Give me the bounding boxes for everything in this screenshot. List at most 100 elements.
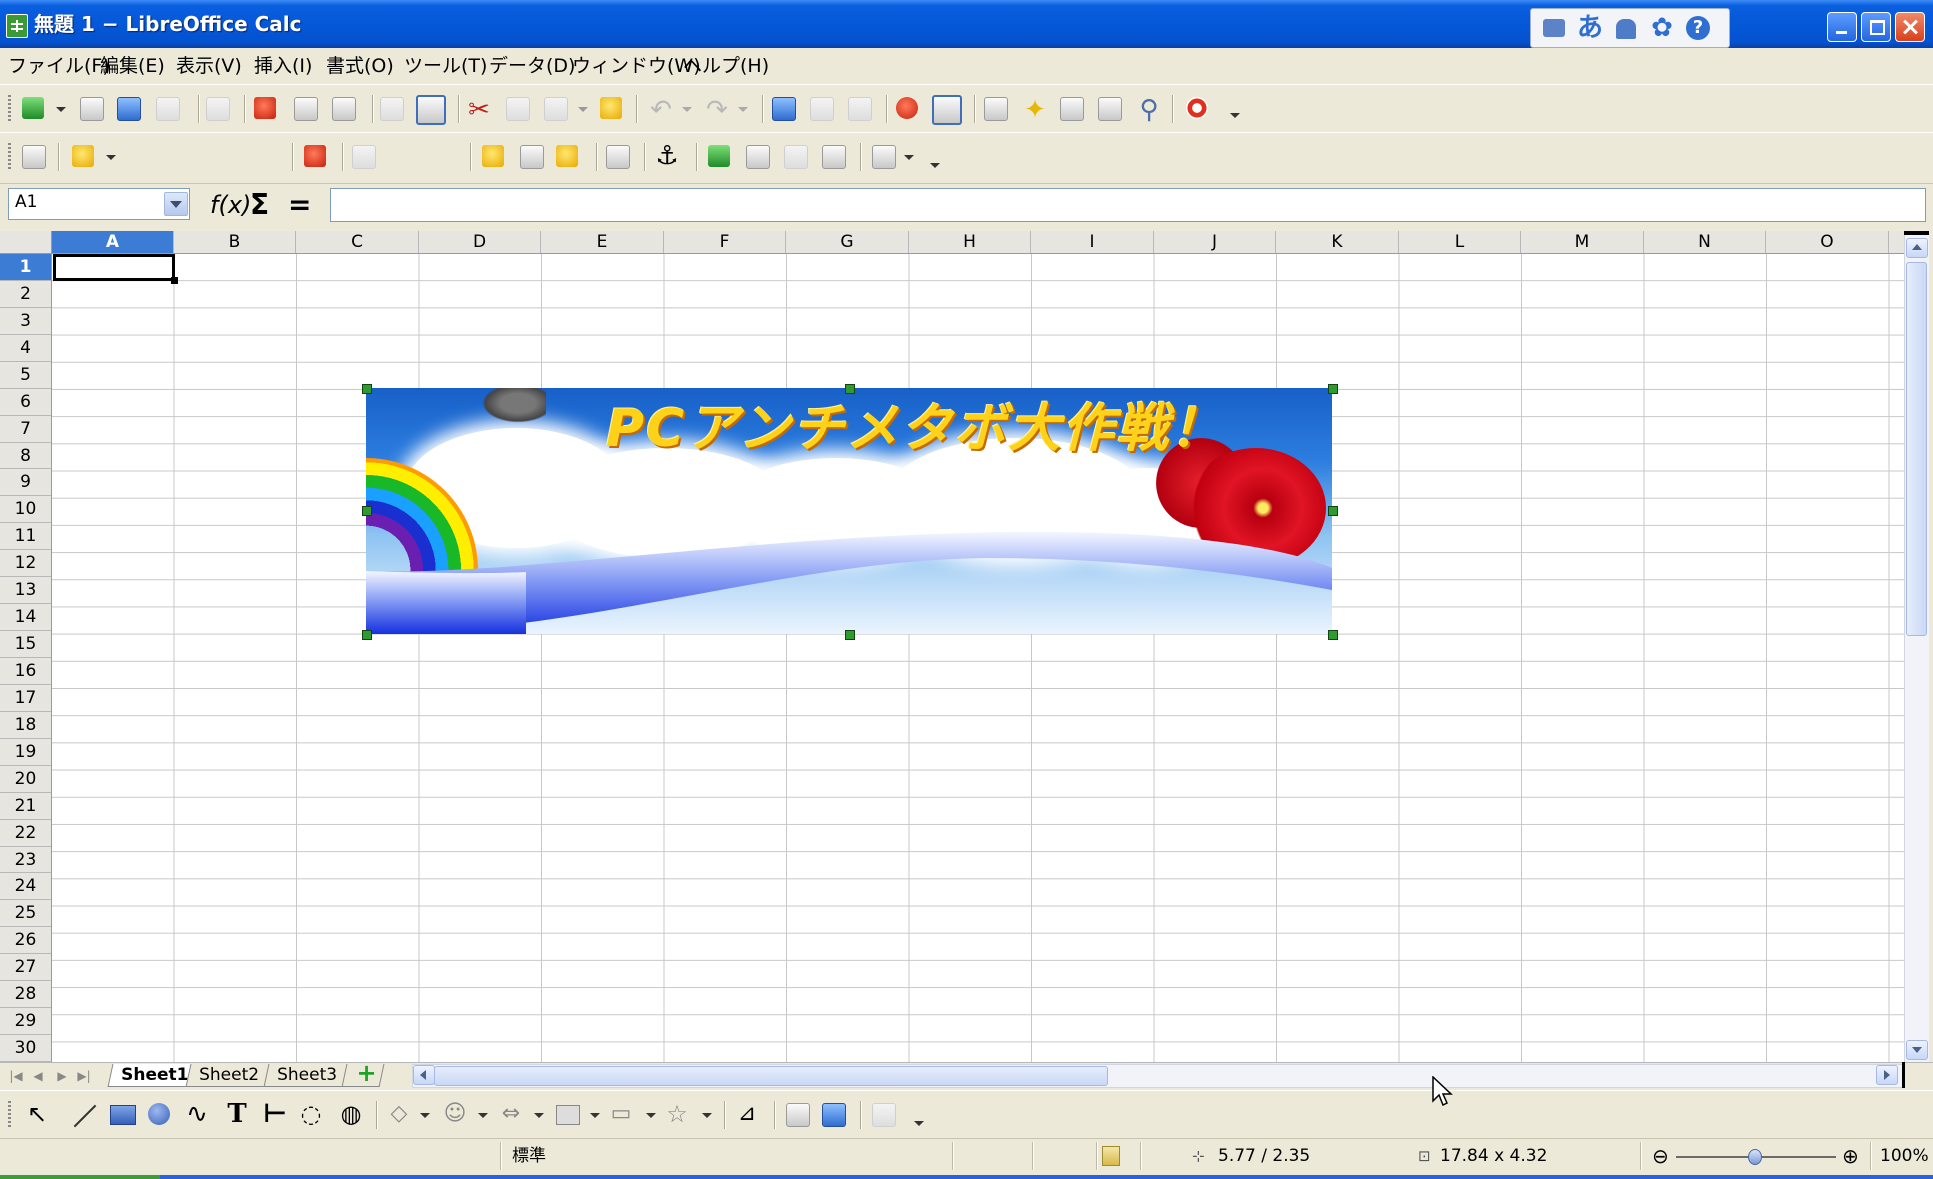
image-filter-icon[interactable]	[72, 145, 94, 167]
row-header-18[interactable]: 18	[0, 712, 51, 739]
name-box[interactable]: A1	[8, 188, 190, 220]
resize-handle-top-left[interactable]	[362, 384, 372, 394]
column-header-o[interactable]: O	[1766, 231, 1889, 253]
hyperlink-icon[interactable]	[772, 97, 796, 121]
from-file-icon[interactable]	[786, 1103, 810, 1127]
row-header-15[interactable]: 15	[0, 631, 51, 658]
bring-to-front-icon[interactable]	[708, 145, 730, 167]
scroll-up-button[interactable]	[1906, 238, 1928, 258]
undo-icon[interactable]: ↶	[646, 95, 676, 125]
export-pdf-icon[interactable]	[254, 97, 276, 119]
row-header-11[interactable]: 11	[0, 523, 51, 551]
row-header-26[interactable]: 26	[0, 927, 51, 955]
next-sheet-button[interactable]: ▶	[54, 1068, 70, 1084]
column-header-b[interactable]: B	[174, 231, 296, 253]
dimension-line-icon[interactable]: ⊢	[260, 1099, 290, 1129]
column-header-j[interactable]: J	[1154, 231, 1276, 253]
flowchart-dropdown-icon[interactable]	[590, 1113, 600, 1118]
column-header-c[interactable]: C	[296, 231, 419, 253]
row-header-13[interactable]: 13	[0, 577, 51, 605]
save-icon[interactable]	[117, 97, 141, 121]
ime-toolbox-icon[interactable]	[1539, 13, 1569, 43]
to-foreground-icon[interactable]	[784, 145, 808, 169]
anchor-icon[interactable]: ⚓	[652, 141, 682, 171]
resize-handle-top[interactable]	[845, 384, 855, 394]
cut-icon[interactable]: ✂	[464, 95, 494, 125]
menu-window[interactable]: ウィンドウ(W)	[572, 54, 701, 78]
callout-tool-icon[interactable]: ◌	[296, 1099, 326, 1129]
function-button[interactable]: =	[288, 190, 311, 220]
active-cell-a1[interactable]	[53, 254, 178, 284]
ellipse-tool-icon[interactable]	[148, 1103, 170, 1125]
row-header-10[interactable]: 10	[0, 496, 51, 524]
undo-dropdown-icon[interactable]	[682, 107, 692, 112]
column-header-i[interactable]: I	[1031, 231, 1154, 253]
filter-dropdown-icon[interactable]	[106, 155, 116, 160]
area-icon[interactable]	[520, 145, 544, 169]
alignment-icon[interactable]	[872, 145, 896, 169]
shadow-toggle-icon[interactable]	[872, 1103, 896, 1127]
column-header-m[interactable]: M	[1521, 231, 1644, 253]
column-header-l[interactable]: L	[1399, 231, 1521, 253]
extrusion-icon[interactable]	[822, 1103, 846, 1127]
row-header-2[interactable]: 2	[0, 281, 51, 308]
shadow-icon[interactable]	[556, 145, 578, 167]
toolbar-overflow-icon[interactable]	[914, 1121, 924, 1126]
symbol-shapes-dropdown-icon[interactable]	[478, 1113, 488, 1118]
column-header-n[interactable]: N	[1644, 231, 1766, 253]
text-tool-icon[interactable]: T	[222, 1099, 252, 1129]
menu-help[interactable]: ヘルプ(H)	[683, 54, 769, 78]
ime-hiragana-mode[interactable]: あ	[1575, 13, 1605, 43]
resize-handle-bottom-left[interactable]	[362, 630, 372, 640]
gallery-icon[interactable]: ✦	[1020, 95, 1050, 125]
spellcheck-icon[interactable]	[380, 97, 404, 121]
sort-descending-icon[interactable]	[848, 97, 872, 121]
block-arrows-dropdown-icon[interactable]	[534, 1113, 544, 1118]
row-header-27[interactable]: 27	[0, 954, 51, 982]
menu-tools[interactable]: ツール(T)	[404, 54, 487, 78]
symbol-shapes-icon[interactable]: ☺	[440, 1099, 470, 1129]
first-sheet-button[interactable]: |◀	[8, 1068, 24, 1084]
column-header-k[interactable]: K	[1276, 231, 1399, 253]
vertical-scroll-thumb[interactable]	[1906, 262, 1927, 636]
scroll-down-button[interactable]	[1906, 1040, 1928, 1060]
function-wizard-button[interactable]: f(x)	[210, 190, 251, 220]
transparency-icon[interactable]	[352, 145, 376, 169]
points-edit-icon[interactable]: ⊿	[732, 1099, 762, 1129]
row-header-19[interactable]: 19	[0, 739, 51, 766]
toolbar-grip[interactable]	[8, 1101, 11, 1129]
color-icon[interactable]	[304, 145, 326, 167]
row-header-23[interactable]: 23	[0, 847, 51, 874]
column-header-h[interactable]: H	[909, 231, 1031, 253]
toolbar-overflow-icon[interactable]	[1230, 113, 1240, 118]
horizontal-scroll-thumb[interactable]	[434, 1066, 1108, 1086]
freeform-tool-icon[interactable]: ∿	[182, 1099, 212, 1129]
to-background-icon[interactable]	[822, 145, 846, 169]
toolbar-grip[interactable]	[8, 143, 11, 171]
calc-app-icon[interactable]	[6, 14, 28, 38]
ime-pad-icon[interactable]	[1611, 13, 1641, 43]
basic-shapes-dropdown-icon[interactable]	[420, 1113, 430, 1118]
row-header-25[interactable]: 25	[0, 900, 51, 928]
print-icon[interactable]	[294, 97, 318, 121]
stars-icon[interactable]: ☆	[662, 1099, 692, 1129]
row-header-6[interactable]: 6	[0, 389, 51, 416]
alignment-dropdown-icon[interactable]	[904, 155, 914, 160]
minimize-button[interactable]	[1827, 12, 1857, 42]
sum-button[interactable]: Σ	[250, 190, 269, 220]
sheet-tab-sheet3[interactable]: Sheet3	[263, 1064, 351, 1087]
crop-icon[interactable]	[606, 145, 630, 169]
page-style-field[interactable]: 標準	[512, 1144, 546, 1168]
zoom-slider-knob[interactable]	[1748, 1149, 1762, 1165]
new-document-icon[interactable]	[22, 97, 44, 119]
stars-dropdown-icon[interactable]	[702, 1113, 712, 1118]
add-sheet-button[interactable]	[341, 1064, 385, 1087]
ime-settings-icon[interactable]: ✿	[1647, 13, 1677, 43]
redo-dropdown-icon[interactable]	[738, 107, 748, 112]
row-header-12[interactable]: 12	[0, 550, 51, 578]
draw-functions-icon[interactable]	[932, 95, 962, 125]
paste-dropdown-icon[interactable]	[578, 107, 588, 112]
row-header-1[interactable]: 1	[0, 254, 51, 281]
fontwork-icon[interactable]: ◍	[336, 1099, 366, 1129]
row-header-20[interactable]: 20	[0, 766, 51, 793]
